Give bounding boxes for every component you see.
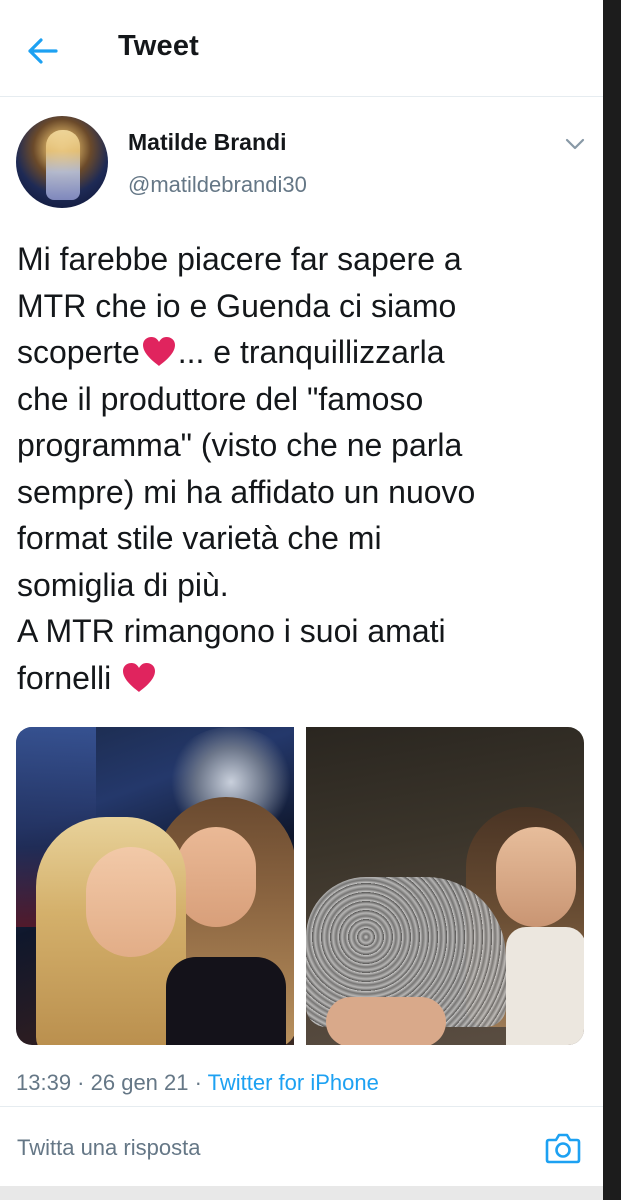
tweet-date: 26 gen 21 — [90, 1070, 189, 1095]
tweet-time: 13:39 — [16, 1070, 72, 1095]
tweet-line: format stile varietà che mi — [17, 520, 382, 556]
author-handle[interactable]: @matildebrandi30 — [128, 172, 307, 198]
tweet-text-segment: fornelli — [17, 659, 121, 696]
reply-input[interactable]: Twitta una risposta — [17, 1135, 200, 1161]
camera-icon[interactable] — [545, 1132, 581, 1164]
tweet-meta: 13:39 · 26 gen 21 · Twitter for iPhone — [16, 1070, 379, 1096]
tweet-line: MTR che io e Guenda ci siamo — [17, 287, 457, 324]
tweet-line: scoperte ... e tranquillizzarla — [17, 329, 592, 376]
tweet-photo-right[interactable] — [306, 727, 584, 1045]
divider — [0, 1106, 603, 1107]
tweet-text-segment: ... e tranquillizzarla — [177, 334, 445, 370]
tweet-photo-left[interactable] — [16, 727, 294, 1045]
arrow-left-icon — [28, 38, 58, 64]
heart-emoji-icon — [123, 662, 156, 692]
page-title: Tweet — [118, 30, 200, 62]
tweet-line: A MTR rimangono i suoi amati — [17, 613, 446, 649]
avatar[interactable] — [16, 116, 108, 208]
tweet-line: sempre) mi ha affidato un nuovo — [17, 473, 476, 510]
bottom-edge — [0, 1186, 603, 1200]
tweet-line: somiglia di più. — [17, 566, 229, 603]
author-name[interactable]: Matilde Brandi — [128, 129, 286, 156]
heart-emoji-icon — [142, 337, 175, 366]
back-button[interactable] — [24, 32, 62, 70]
tweet-line: Mi farebbe piacere far sapere a — [17, 241, 462, 277]
tweet-line: programma" (visto che ne parla — [17, 427, 463, 463]
tweet-text-segment: scoperte — [17, 334, 140, 370]
tweet-source-link[interactable]: Twitter for iPhone — [208, 1070, 379, 1095]
top-bar: Tweet — [0, 0, 603, 97]
tweet-line: fornelli — [17, 655, 592, 702]
tweet-screen: Tweet Matilde Brandi @matildebrandi30 Mi… — [0, 0, 603, 1200]
tweet-line: che il produttore del "famoso — [17, 380, 424, 417]
meta-separator: · — [71, 1070, 91, 1095]
meta-separator: · — [188, 1070, 208, 1095]
chevron-down-icon[interactable] — [563, 134, 587, 154]
screen-edge — [603, 0, 621, 1200]
tweet-text: Mi farebbe piacere far sapere a MTR che … — [17, 236, 592, 701]
